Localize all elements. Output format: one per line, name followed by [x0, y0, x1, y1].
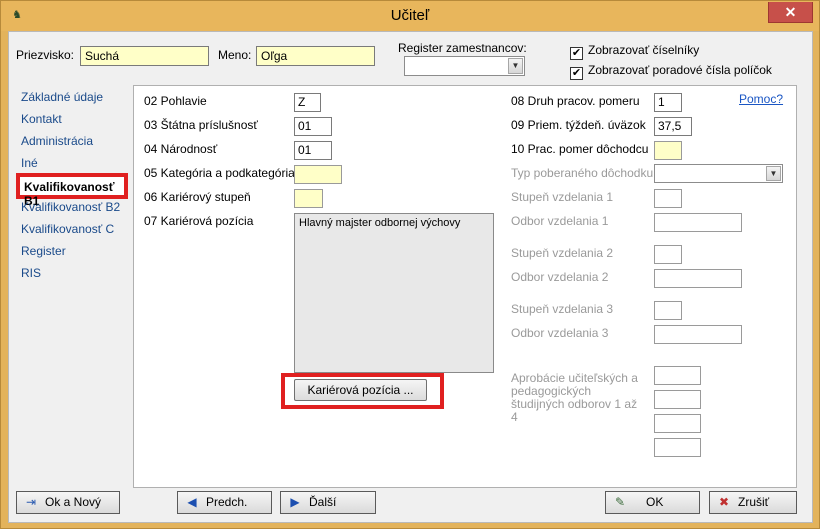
career-position-field[interactable]: Hlavný majster odbornej výchovy	[294, 213, 494, 373]
approbation-label: Aprobácie učiteľských a pedagogických št…	[511, 371, 638, 424]
employment-type-field[interactable]: 1	[654, 93, 682, 112]
pension-type-dropdown[interactable]: ▼	[654, 164, 783, 183]
citizenship-label: 03 Štátna príslušnosť	[144, 118, 258, 132]
category-field[interactable]	[294, 165, 342, 184]
show-field-numbers-label: Zobrazovať poradové čísla políčok	[588, 63, 772, 77]
name-label: Meno:	[218, 48, 252, 62]
next-label: Ďalší	[309, 495, 337, 509]
ok-button[interactable]: ✎ OK	[605, 491, 700, 514]
previous-label: Predch.	[206, 495, 248, 509]
ok-and-new-label: Ok a Nový	[45, 495, 102, 509]
gender-field[interactable]: Z	[294, 93, 321, 112]
edu-level-3-label: Stupeň vzdelania 3	[511, 302, 614, 316]
career-position-button[interactable]: Kariérová pozícia ...	[294, 379, 427, 401]
register-label: Register zamestnancov:	[398, 41, 527, 55]
sidebar-item-register[interactable]: Register	[21, 244, 66, 258]
career-level-field[interactable]	[294, 189, 323, 208]
sidebar-item-kvalifikovanost-c[interactable]: Kvalifikovanosť C	[21, 222, 114, 236]
arrow-right-icon: ▶	[290, 495, 300, 509]
edu-field-2-label: Odbor vzdelania 2	[511, 270, 609, 284]
previous-button[interactable]: ◀ Predch.	[177, 491, 272, 514]
nationality-field[interactable]: 01	[294, 141, 332, 160]
window-title: Učiteľ	[390, 7, 430, 24]
help-link[interactable]: Pomoc?	[739, 92, 783, 106]
approbation-2-field[interactable]	[654, 390, 701, 409]
register-dropdown[interactable]: ▼	[404, 56, 525, 76]
edu-level-3-field[interactable]	[654, 301, 682, 320]
show-codelists-checkbox[interactable]: ✔	[570, 47, 583, 60]
weekly-hours-label: 09 Priem. týždeň. úväzok	[511, 118, 646, 132]
sidebar-item-zakladne-udaje[interactable]: Základné údaje	[21, 90, 103, 104]
close-icon: ✕	[784, 4, 797, 20]
edu-field-1-label: Odbor vzdelania 1	[511, 214, 609, 228]
edu-level-2-label: Stupeň vzdelania 2	[511, 246, 614, 260]
chevron-down-icon[interactable]: ▼	[766, 166, 781, 181]
pension-field[interactable]	[654, 141, 682, 160]
edu-field-1-field[interactable]	[654, 213, 742, 232]
career-level-label: 06 Kariérový stupeň	[144, 190, 251, 204]
edu-level-1-field[interactable]	[654, 189, 682, 208]
show-field-numbers-checkbox[interactable]: ✔	[570, 67, 583, 80]
ok-and-new-button[interactable]: ⇥ Ok a Nový	[16, 491, 120, 514]
dialog-window: ♞ Učiteľ ✕ Priezvisko: Suchá Meno: Oľga …	[0, 0, 820, 529]
next-button[interactable]: ▶ Ďalší	[280, 491, 376, 514]
arrow-left-icon: ◀	[187, 495, 197, 509]
sidebar-item-kvalifikovanost-b2[interactable]: Kvalifikovanosť B2	[21, 200, 120, 214]
approbation-4-field[interactable]	[654, 438, 701, 457]
weekly-hours-field[interactable]: 37,5	[654, 117, 692, 136]
approbation-1-field[interactable]	[654, 366, 701, 385]
edu-field-3-field[interactable]	[654, 325, 742, 344]
show-codelists-option[interactable]: ✔ Zobrazovať číselníky	[570, 43, 699, 60]
sidebar-item-kvalifikovanost-b1[interactable]: Kvalifikovanosť B1	[16, 173, 128, 208]
employment-type-label: 08 Druh pracov. pomeru	[511, 94, 640, 108]
add-record-icon: ⇥	[25, 495, 37, 509]
approbation-3-field[interactable]	[654, 414, 701, 433]
cancel-icon: ✖	[718, 495, 730, 509]
name-field[interactable]: Oľga	[256, 46, 375, 66]
sidebar-item-administracia[interactable]: Administrácia	[21, 134, 93, 148]
ok-pen-icon: ✎	[614, 495, 626, 509]
qualification-b1-panel: 02 Pohlavie Z 03 Štátna príslušnosť 01 0…	[133, 85, 797, 488]
sidebar-nav: Základné údaje Kontakt Administrácia Iné…	[14, 86, 130, 486]
cancel-button[interactable]: ✖ Zrušiť	[709, 491, 797, 514]
career-position-label: 07 Kariérová pozícia	[144, 214, 254, 228]
show-codelists-label: Zobrazovať číselníky	[588, 43, 700, 57]
sidebar-item-ris[interactable]: RIS	[21, 266, 41, 280]
edu-level-1-label: Stupeň vzdelania 1	[511, 190, 614, 204]
sidebar-item-kontakt[interactable]: Kontakt	[21, 112, 62, 126]
nationality-label: 04 Národnosť	[144, 142, 218, 156]
pension-label: 10 Prac. pomer dôchodcu	[511, 142, 649, 156]
chevron-down-icon[interactable]: ▼	[508, 58, 523, 74]
ok-label: OK	[646, 495, 664, 509]
title-bar[interactable]: ♞ Učiteľ ✕	[1, 1, 819, 31]
show-field-numbers-option[interactable]: ✔ Zobrazovať poradové čísla políčok	[570, 63, 772, 80]
citizenship-field[interactable]: 01	[294, 117, 332, 136]
edu-field-3-label: Odbor vzdelania 3	[511, 326, 609, 340]
cancel-label: Zrušiť	[738, 495, 770, 509]
edu-field-2-field[interactable]	[654, 269, 742, 288]
gender-label: 02 Pohlavie	[144, 94, 207, 108]
edu-level-2-field[interactable]	[654, 245, 682, 264]
sidebar-item-ine[interactable]: Iné	[21, 156, 38, 170]
surname-field[interactable]: Suchá	[80, 46, 209, 66]
close-button[interactable]: ✕	[768, 2, 813, 23]
dialog-client-area: Priezvisko: Suchá Meno: Oľga Register za…	[8, 31, 813, 523]
category-label: 05 Kategória a podkategória	[144, 166, 295, 180]
pension-type-label: Typ poberaného dôchodku	[511, 166, 654, 180]
surname-label: Priezvisko:	[16, 48, 75, 62]
